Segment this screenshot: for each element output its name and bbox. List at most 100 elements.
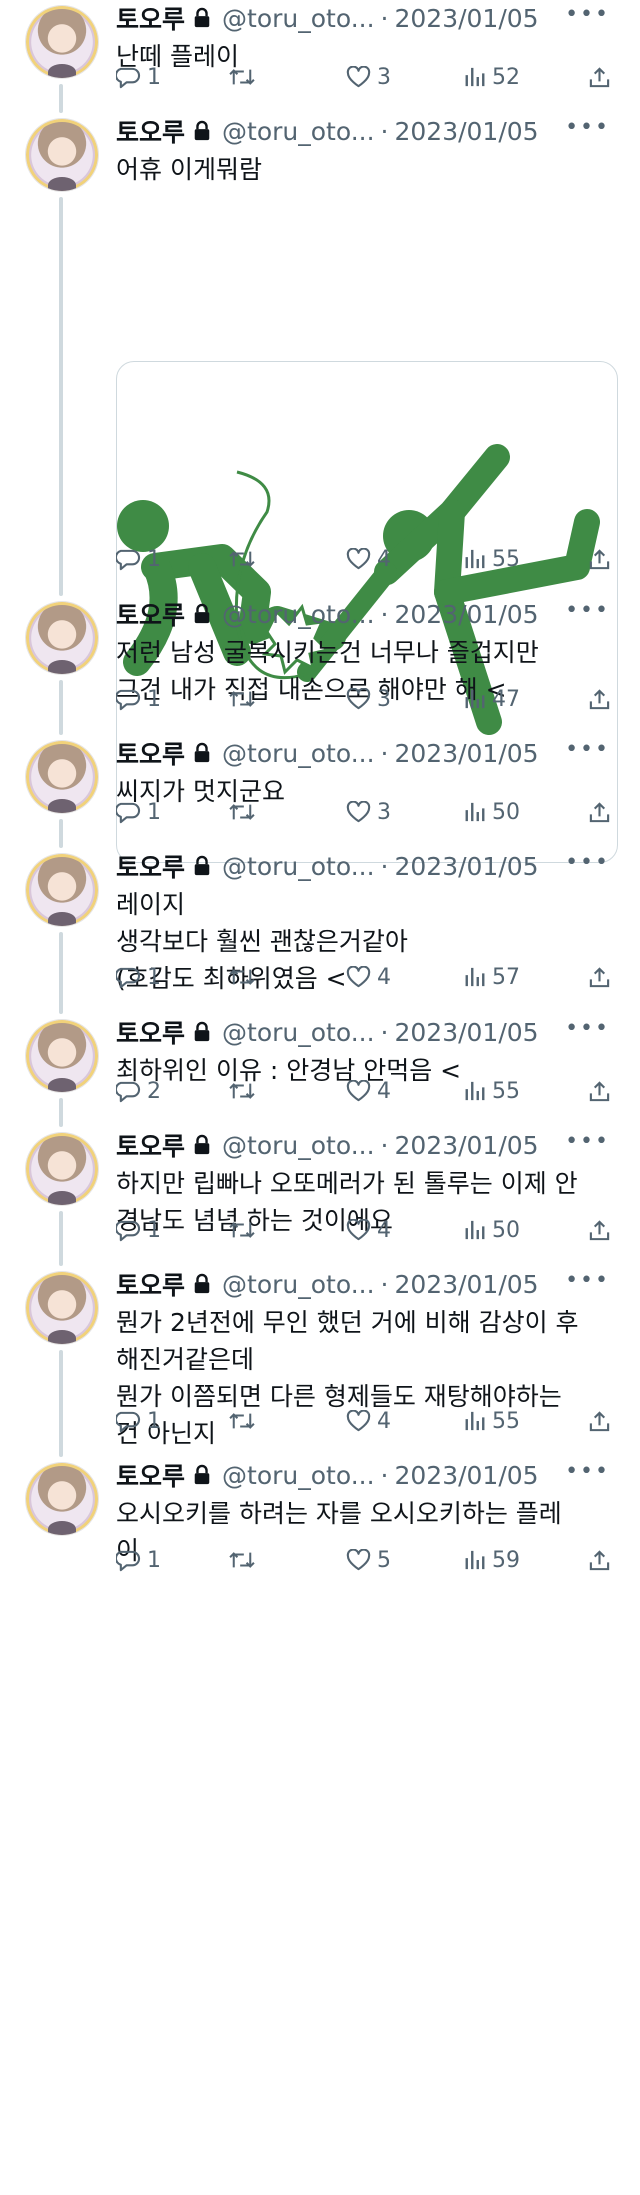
share-button[interactable] (588, 542, 611, 576)
more-icon[interactable]: ••• (565, 2, 610, 27)
tweet-item[interactable]: 토오루 @toru_oto... · 2023/01/05 ••• 하지만 립빠나 오또메… (0, 1127, 640, 1247)
like-button[interactable]: 4 (346, 542, 391, 576)
retweet-button[interactable] (228, 1543, 256, 1577)
author-handle[interactable]: @toru_oto... (222, 1018, 375, 1047)
tweet-item[interactable]: 토오루 @toru_oto... · 2023/01/05 ••• 최하위인 이유 : 안… (0, 1014, 640, 1134)
views-button[interactable]: 55 (464, 1074, 520, 1108)
views-button[interactable]: 55 (464, 1404, 520, 1438)
avatar[interactable] (26, 6, 98, 78)
author-handle[interactable]: @toru_oto... (222, 600, 375, 629)
author-name[interactable]: 토오루 (116, 1457, 185, 1493)
avatar[interactable] (26, 119, 98, 191)
tweet-item[interactable]: 토오루 @toru_oto... · 2023/01/05 ••• 저런 남성 굴복시키는… (0, 596, 640, 716)
author-handle[interactable]: @toru_oto... (222, 739, 375, 768)
author-name[interactable]: 토오루 (116, 596, 185, 632)
share-button[interactable] (588, 960, 611, 994)
avatar[interactable] (26, 1272, 98, 1344)
like-button[interactable]: 3 (346, 60, 391, 94)
more-icon[interactable]: ••• (565, 737, 610, 762)
author-name[interactable]: 토오루 (116, 1266, 185, 1302)
reply-button[interactable]: 2 (116, 1074, 161, 1108)
retweet-button[interactable] (228, 795, 256, 829)
views-button[interactable]: 55 (464, 542, 520, 576)
more-icon[interactable]: ••• (565, 850, 610, 875)
author-name[interactable]: 토오루 (116, 848, 185, 884)
share-button[interactable] (588, 1543, 611, 1577)
views-button[interactable]: 50 (464, 795, 520, 829)
retweet-button[interactable] (228, 1074, 256, 1108)
reply-button[interactable]: 1 (116, 960, 161, 994)
like-button[interactable]: 4 (346, 960, 391, 994)
author-handle[interactable]: @toru_oto... (222, 852, 375, 881)
author-handle[interactable]: @toru_oto... (222, 1270, 375, 1299)
like-button[interactable]: 3 (346, 682, 391, 716)
avatar[interactable] (26, 602, 98, 674)
tweet-date[interactable]: 2023/01/05 (394, 4, 538, 33)
author-handle[interactable]: @toru_oto... (222, 117, 375, 146)
tweet-date[interactable]: 2023/01/05 (394, 739, 538, 768)
views-button[interactable]: 47 (464, 682, 520, 716)
tweet-item[interactable]: 토오루 @toru_oto... · 2023/01/05 ••• 레이지 생각보다 훨씬… (0, 848, 640, 993)
avatar[interactable] (26, 1020, 98, 1092)
like-button[interactable]: 5 (346, 1543, 391, 1577)
tweet-date[interactable]: 2023/01/05 (394, 1461, 538, 1490)
tweet-header: 토오루 @toru_oto... · 2023/01/05 (116, 848, 626, 884)
reply-button[interactable]: 1 (116, 1213, 161, 1247)
author-name[interactable]: 토오루 (116, 0, 185, 36)
share-button[interactable] (588, 682, 611, 716)
more-icon[interactable]: ••• (565, 1016, 610, 1041)
share-button[interactable] (588, 1404, 611, 1438)
like-button[interactable]: 4 (346, 1213, 391, 1247)
views-button[interactable]: 59 (464, 1543, 520, 1577)
like-button[interactable]: 3 (346, 795, 391, 829)
more-icon[interactable]: ••• (565, 1129, 610, 1154)
like-button[interactable]: 4 (346, 1404, 391, 1438)
tweet-date[interactable]: 2023/01/05 (394, 117, 538, 146)
author-handle[interactable]: @toru_oto... (222, 1461, 375, 1490)
reply-button[interactable]: 1 (116, 60, 161, 94)
author-name[interactable]: 토오루 (116, 1014, 185, 1050)
tweet-date[interactable]: 2023/01/05 (394, 600, 538, 629)
avatar[interactable] (26, 741, 98, 813)
more-icon[interactable]: ••• (565, 1268, 610, 1293)
retweet-button[interactable] (228, 542, 256, 576)
tweet-item[interactable]: 토오루 @toru_oto... · 2023/01/05 ••• 어휴 이게뭐람 1 4 55 (0, 113, 640, 863)
avatar[interactable] (26, 854, 98, 926)
author-name[interactable]: 토오루 (116, 735, 185, 771)
retweet-button[interactable] (228, 682, 256, 716)
tweet-item[interactable]: 토오루 @toru_oto... · 2023/01/05 ••• 난떼 플레이 1 3 52 (0, 0, 640, 120)
reply-button[interactable]: 1 (116, 1404, 161, 1438)
retweet-button[interactable] (228, 1404, 256, 1438)
tweet-date[interactable]: 2023/01/05 (394, 1131, 538, 1160)
like-button[interactable]: 4 (346, 1074, 391, 1108)
avatar[interactable] (26, 1133, 98, 1205)
avatar[interactable] (26, 1463, 98, 1535)
tweet-item[interactable]: 토오루 @toru_oto... · 2023/01/05 ••• 씨지가 멋지군요 1 3 5… (0, 735, 640, 855)
author-name[interactable]: 토오루 (116, 1127, 185, 1163)
reply-button[interactable]: 1 (116, 1543, 161, 1577)
reply-button[interactable]: 1 (116, 542, 161, 576)
share-button[interactable] (588, 1074, 611, 1108)
tweet-item[interactable]: 토오루 @toru_oto... · 2023/01/05 ••• 뭔가 2년전에 무인 … (0, 1266, 640, 1448)
share-button[interactable] (588, 795, 611, 829)
share-button[interactable] (588, 60, 611, 94)
retweet-button[interactable] (228, 60, 256, 94)
reply-button[interactable]: 1 (116, 795, 161, 829)
views-button[interactable]: 50 (464, 1213, 520, 1247)
tweet-date[interactable]: 2023/01/05 (394, 1270, 538, 1299)
reply-button[interactable]: 1 (116, 682, 161, 716)
author-handle[interactable]: @toru_oto... (222, 1131, 375, 1160)
author-name[interactable]: 토오루 (116, 113, 185, 149)
retweet-button[interactable] (228, 960, 256, 994)
views-button[interactable]: 52 (464, 60, 520, 94)
share-button[interactable] (588, 1213, 611, 1247)
more-icon[interactable]: ••• (565, 598, 610, 623)
more-icon[interactable]: ••• (565, 1459, 610, 1484)
tweet-date[interactable]: 2023/01/05 (394, 852, 538, 881)
tweet-item[interactable]: 토오루 @toru_oto... · 2023/01/05 ••• 오시오키를 하려는 자… (0, 1457, 640, 1577)
more-icon[interactable]: ••• (565, 115, 610, 140)
tweet-date[interactable]: 2023/01/05 (394, 1018, 538, 1047)
retweet-button[interactable] (228, 1213, 256, 1247)
author-handle[interactable]: @toru_oto... (222, 4, 375, 33)
views-button[interactable]: 57 (464, 960, 520, 994)
